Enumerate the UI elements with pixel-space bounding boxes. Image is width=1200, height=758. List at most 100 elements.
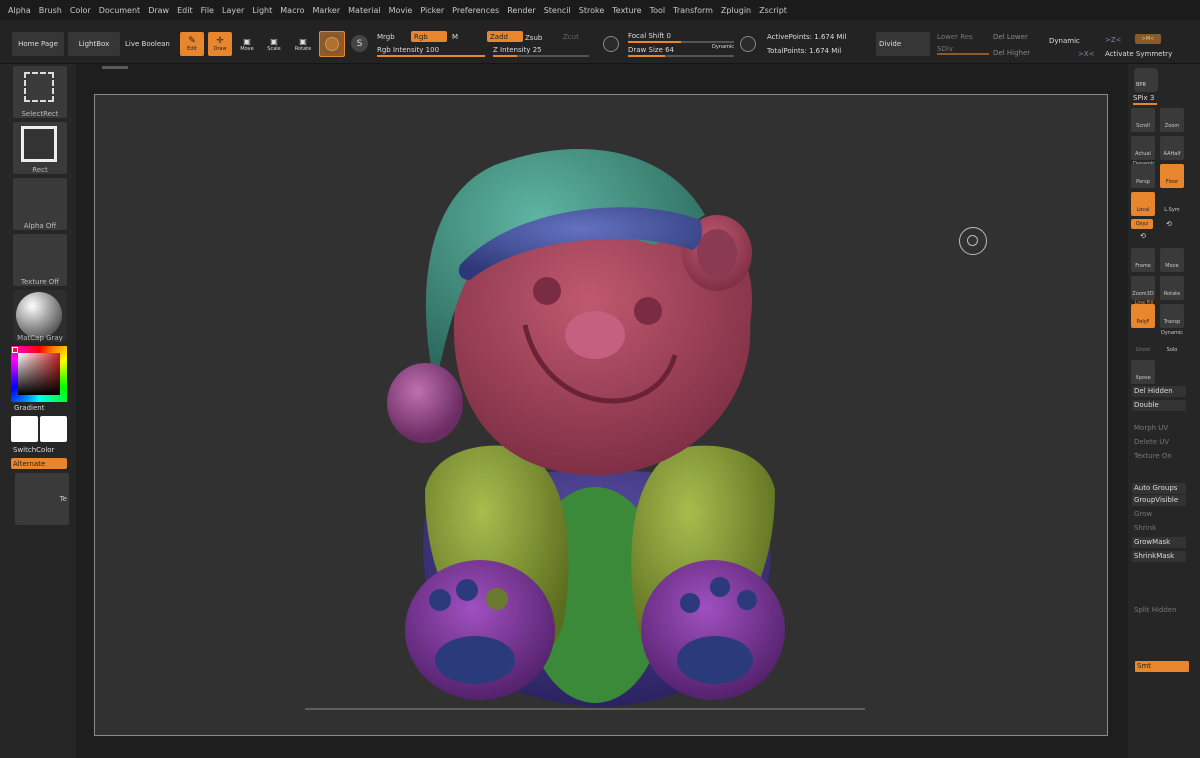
matcap-sphere-icon bbox=[16, 292, 62, 338]
material-swatch[interactable] bbox=[319, 31, 345, 57]
draw-size-slider[interactable] bbox=[628, 55, 734, 57]
texture-on-button[interactable]: Texture On bbox=[1132, 451, 1186, 462]
menu-item-zscript[interactable]: Zscript bbox=[759, 6, 787, 15]
rgb-intensity-slider-label[interactable]: Rgb Intensity 100 bbox=[377, 46, 439, 54]
split-hidden-button[interactable]: Split Hidden bbox=[1132, 605, 1186, 616]
grow-button[interactable]: Grow bbox=[1132, 509, 1186, 520]
del-higher-button[interactable]: Del Higher bbox=[993, 49, 1030, 57]
draw-size-slider-label[interactable]: Draw Size 64 bbox=[628, 46, 674, 54]
menu-item-preferences[interactable]: Preferences bbox=[452, 6, 499, 15]
spix-bar[interactable] bbox=[1133, 103, 1157, 105]
gradient-label[interactable]: Gradient bbox=[14, 404, 44, 412]
rotate-button[interactable]: ▣ Rotate bbox=[291, 32, 315, 56]
del-hidden-button[interactable]: Del Hidden bbox=[1132, 386, 1186, 397]
z-intensity-slider-label[interactable]: Z Intensity 25 bbox=[493, 46, 542, 54]
menu-item-document[interactable]: Document bbox=[99, 6, 140, 15]
texture-tile-label: Te bbox=[59, 495, 67, 503]
menu-item-movie[interactable]: Movie bbox=[389, 6, 413, 15]
grow-mask-button[interactable]: GrowMask bbox=[1132, 537, 1186, 548]
sym-z-button[interactable]: >Z< bbox=[1105, 36, 1122, 44]
menu-item-zplugin[interactable]: Zplugin bbox=[721, 6, 751, 15]
menu-item-stroke[interactable]: Stroke bbox=[579, 6, 605, 15]
menu-item-tool[interactable]: Tool bbox=[650, 6, 666, 15]
divide-button[interactable]: Divide bbox=[876, 32, 930, 56]
menu-item-marker[interactable]: Marker bbox=[312, 6, 340, 15]
menu-item-brush[interactable]: Brush bbox=[39, 6, 62, 15]
bear-model[interactable] bbox=[95, 95, 1109, 737]
xyz-button[interactable]: Qxyz bbox=[1131, 219, 1153, 229]
menu-item-layer[interactable]: Layer bbox=[222, 6, 244, 15]
menu-item-render[interactable]: Render bbox=[507, 6, 535, 15]
menu-item-alpha[interactable]: Alpha bbox=[8, 6, 31, 15]
lightbox-button[interactable]: LightBox bbox=[68, 32, 120, 56]
mrgb-button[interactable]: Mrgb bbox=[377, 33, 395, 41]
edit-button[interactable]: ✎ Edit bbox=[180, 32, 204, 56]
del-lower-button[interactable]: Del Lower bbox=[993, 33, 1028, 41]
sym-x-button[interactable]: >X< bbox=[1078, 50, 1095, 58]
menu-item-stencil[interactable]: Stencil bbox=[544, 6, 571, 15]
scale-button[interactable]: ▣ Scale bbox=[263, 32, 285, 56]
sdiv-bar[interactable] bbox=[937, 53, 989, 55]
sdiv-slider[interactable]: SDiv bbox=[937, 45, 953, 53]
menu-item-light[interactable]: Light bbox=[252, 6, 272, 15]
shrink-mask-button[interactable]: ShrinkMask bbox=[1132, 551, 1186, 562]
dynamic-size-toggle[interactable]: Dynamic bbox=[712, 44, 734, 50]
z-intensity-slider[interactable] bbox=[493, 55, 589, 57]
draw-button[interactable]: ✛ Draw bbox=[208, 32, 232, 56]
group-visible-button[interactable]: GroupVisible bbox=[1132, 495, 1186, 506]
sym-m-button[interactable]: >M< bbox=[1135, 34, 1161, 44]
texture-tile[interactable]: Te bbox=[15, 473, 69, 525]
color-picker[interactable] bbox=[11, 346, 67, 402]
document-canvas[interactable] bbox=[94, 94, 1108, 736]
menu-item-material[interactable]: Material bbox=[348, 6, 381, 15]
zcut-button[interactable]: Zcut bbox=[563, 33, 579, 41]
menu-bar: Alpha Brush Color Document Draw Edit File Layer… bbox=[0, 0, 1200, 20]
bpr-button[interactable]: BPR bbox=[1134, 68, 1158, 92]
alpha-off-label: Alpha Off bbox=[23, 222, 57, 230]
y-rotate-icon[interactable]: ⟲ bbox=[1166, 220, 1172, 228]
document-scroll-indicator[interactable] bbox=[102, 66, 128, 69]
dynamic-subdiv-button[interactable]: Dynamic bbox=[1049, 37, 1080, 45]
alternate-button[interactable]: Alternate bbox=[11, 458, 67, 469]
lower-res-button[interactable]: Lower Res bbox=[937, 33, 973, 41]
shrink-button[interactable]: Shrink bbox=[1132, 523, 1186, 534]
menu-item-picker[interactable]: Picker bbox=[420, 6, 444, 15]
zadd-button[interactable]: Zadd bbox=[487, 31, 523, 42]
menu-item-transform[interactable]: Transform bbox=[673, 6, 713, 15]
viewport[interactable] bbox=[76, 64, 1128, 758]
rgb-intensity-slider[interactable] bbox=[377, 55, 485, 57]
ghost-label: Ghost bbox=[1135, 347, 1151, 353]
hat-pompom bbox=[387, 363, 463, 443]
menu-item-macro[interactable]: Macro bbox=[280, 6, 304, 15]
delete-uv-button[interactable]: Delete UV bbox=[1132, 437, 1186, 448]
frame-label: Frame bbox=[1135, 263, 1151, 269]
home-page-button[interactable]: Home Page bbox=[12, 32, 64, 56]
z-rotate-icon[interactable]: ⟲ bbox=[1140, 232, 1146, 240]
double-button[interactable]: Double bbox=[1132, 400, 1186, 411]
smt-button[interactable]: Smt bbox=[1135, 661, 1189, 672]
move-button[interactable]: ▣ Move bbox=[236, 32, 258, 56]
zsub-button[interactable]: Zsub bbox=[525, 34, 542, 42]
zoom-label: Zoom bbox=[1164, 123, 1180, 129]
menu-item-color[interactable]: Color bbox=[70, 6, 91, 15]
switch-color-button[interactable]: SwitchColor bbox=[13, 446, 54, 454]
menu-item-draw[interactable]: Draw bbox=[148, 6, 169, 15]
brush-stroke-icon[interactable]: S bbox=[351, 35, 368, 52]
secondary-color-swatch[interactable] bbox=[40, 416, 67, 442]
bpr-label: BPR bbox=[1136, 82, 1146, 88]
floor-label: Floor bbox=[1165, 179, 1179, 185]
auto-groups-button[interactable]: Auto Groups bbox=[1132, 483, 1186, 494]
live-boolean-button[interactable]: Live Boolean bbox=[125, 40, 170, 48]
focal-shift-slider[interactable] bbox=[628, 41, 734, 43]
rgb-button[interactable]: Rgb bbox=[411, 31, 447, 42]
rotate-label: Rotate bbox=[294, 45, 312, 52]
m-button[interactable]: M bbox=[452, 33, 458, 41]
menu-item-file[interactable]: File bbox=[201, 6, 214, 15]
menu-item-edit[interactable]: Edit bbox=[177, 6, 193, 15]
menu-item-texture[interactable]: Texture bbox=[612, 6, 641, 15]
focal-shift-slider-label[interactable]: Focal Shift 0 bbox=[628, 32, 671, 40]
morph-uv-button[interactable]: Morph UV bbox=[1132, 423, 1186, 434]
main-color-swatch[interactable] bbox=[11, 416, 38, 442]
activate-symmetry-button[interactable]: Activate Symmetry bbox=[1105, 50, 1172, 58]
spix-slider[interactable]: SPix 3 bbox=[1133, 94, 1154, 102]
